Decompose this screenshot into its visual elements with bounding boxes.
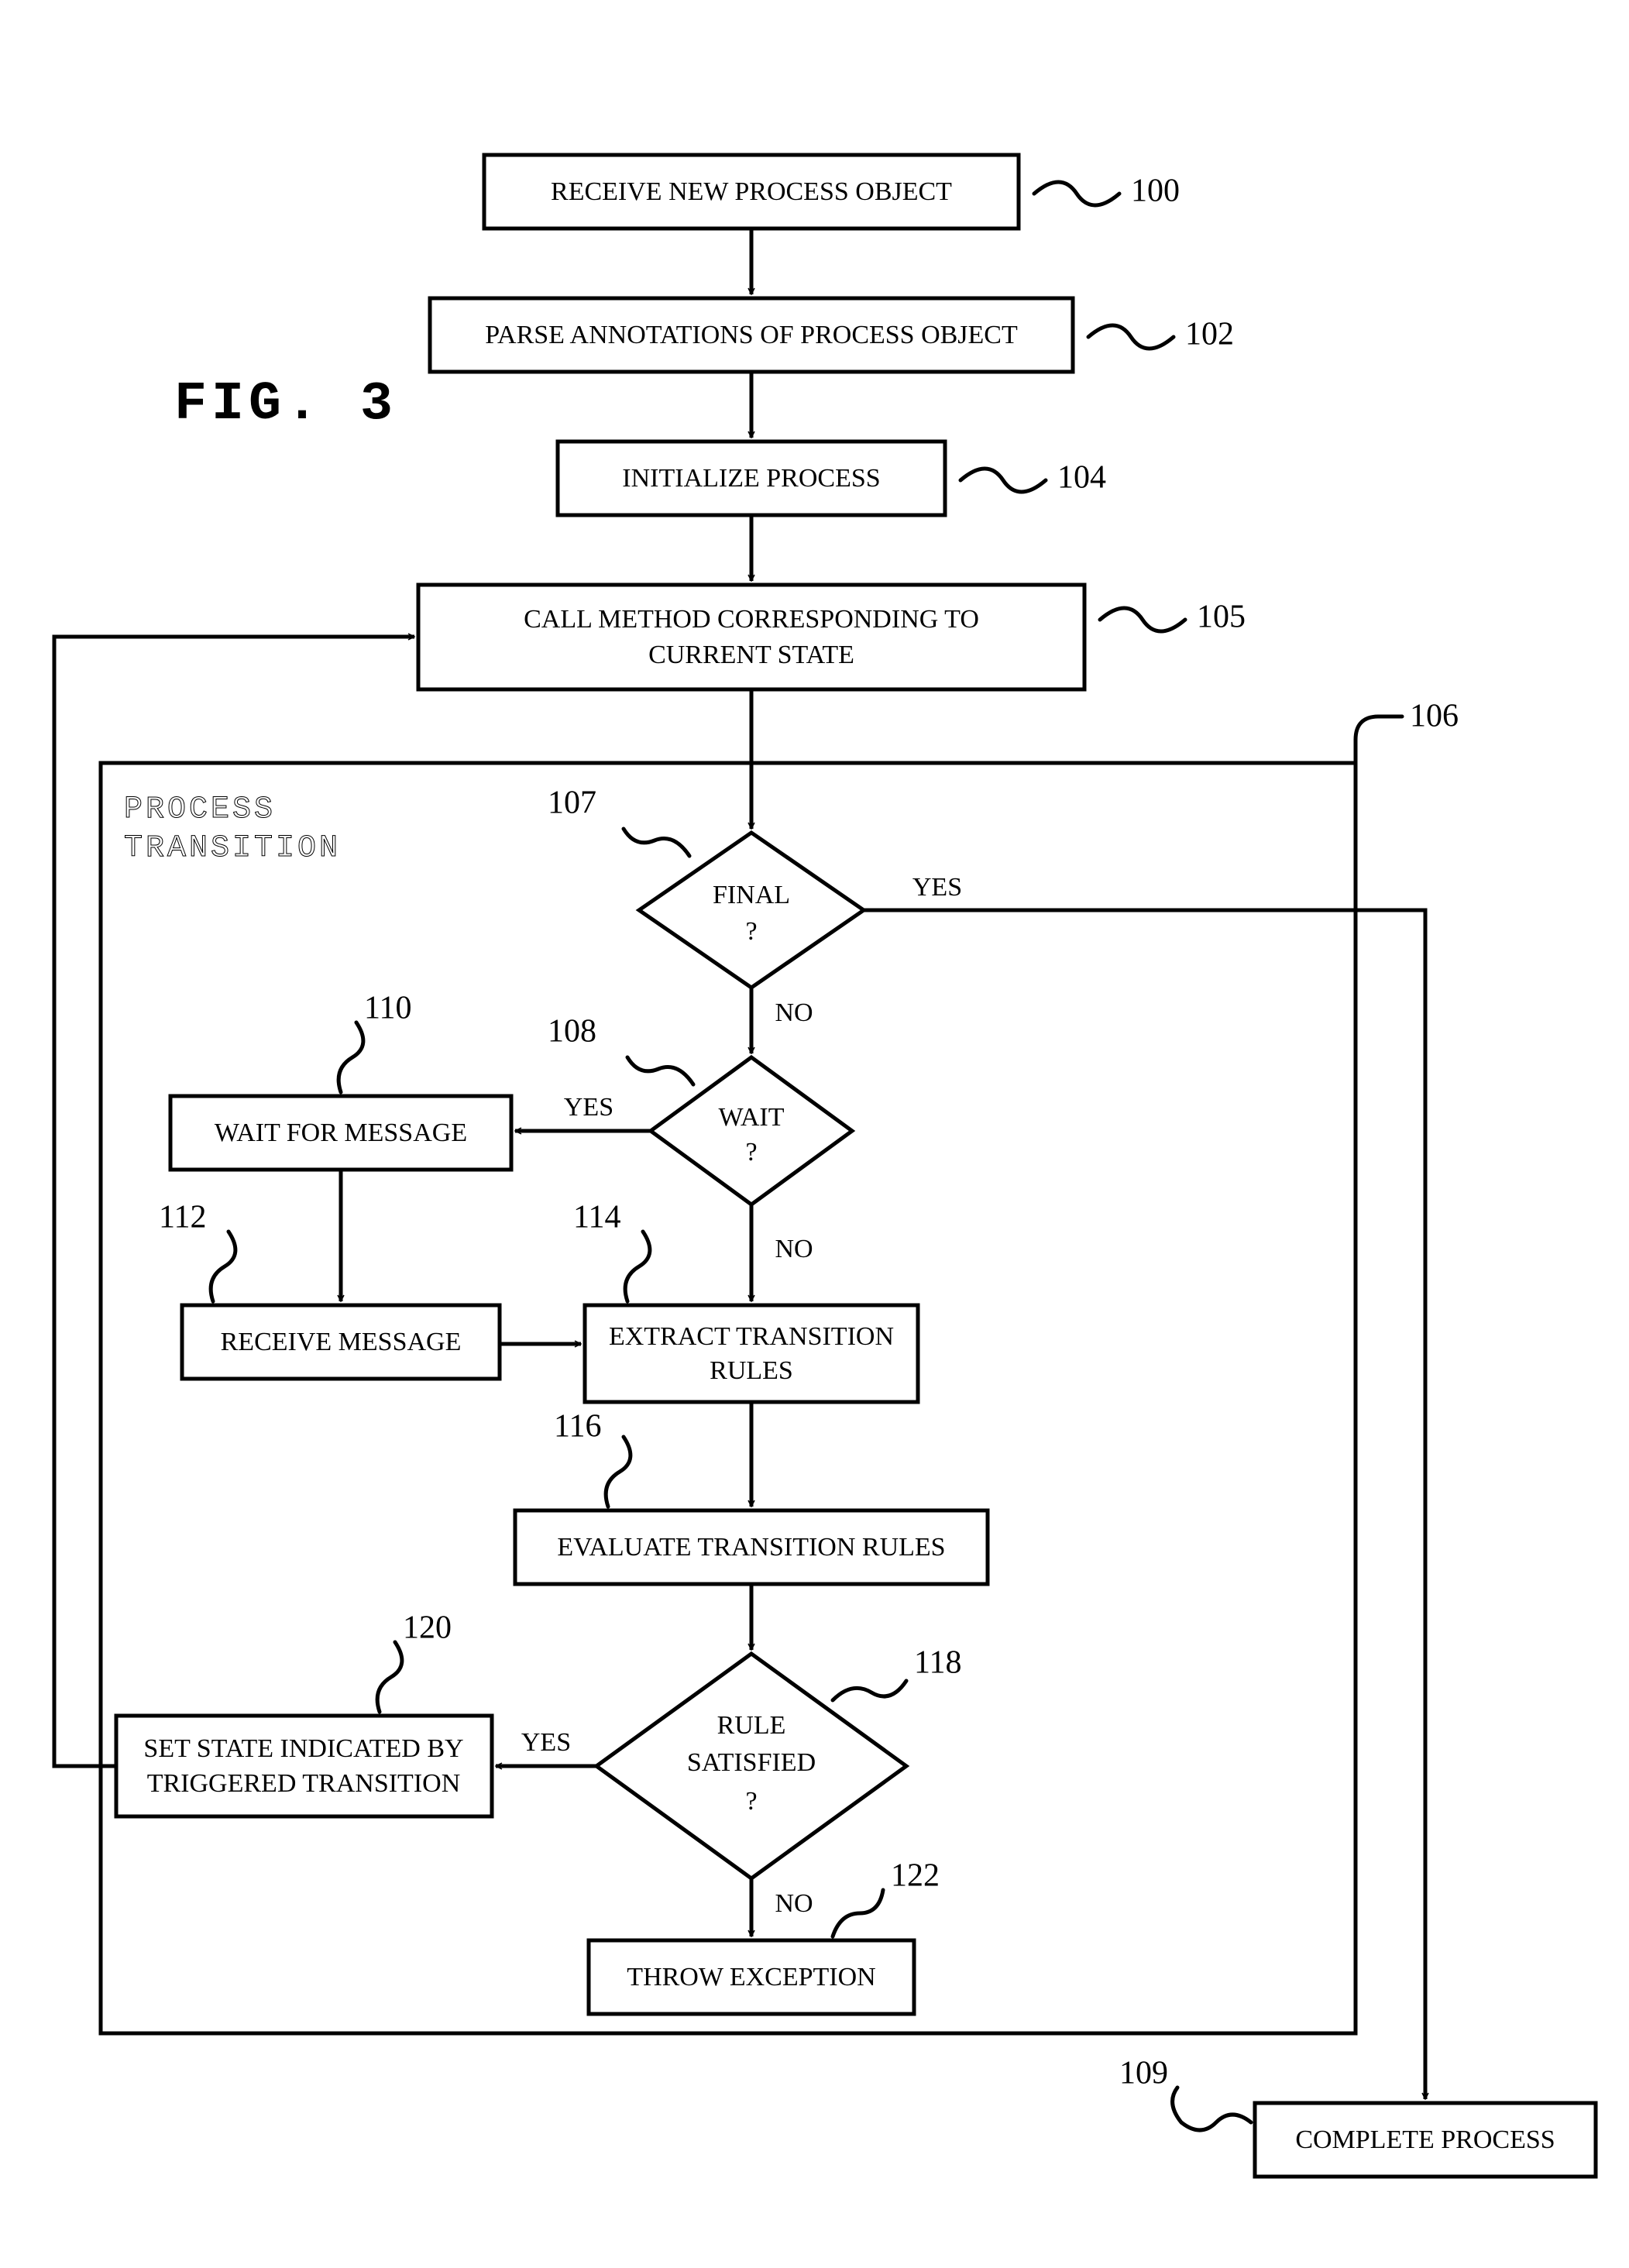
ref-122: 122 — [891, 1858, 940, 1894]
ref-lead-112 — [211, 1232, 235, 1301]
node-108-line1: WAIT — [719, 1103, 785, 1132]
node-107-line1: FINAL — [713, 881, 790, 909]
node-120: SET STATE INDICATED BY TRIGGERED TRANSIT… — [116, 1716, 492, 1816]
node-122: THROW EXCEPTION — [589, 1940, 914, 2014]
node-107: FINAL ? — [639, 833, 864, 988]
ref-lead-100 — [1034, 182, 1119, 205]
ref-114: 114 — [573, 1200, 620, 1235]
ref-120: 120 — [403, 1610, 452, 1646]
ref-105: 105 — [1197, 600, 1246, 635]
ref-106: 106 — [1410, 699, 1459, 734]
ref-116: 116 — [554, 1409, 601, 1445]
node-102: PARSE ANNOTATIONS OF PROCESS OBJECT — [430, 298, 1073, 372]
edge-107-no: NO — [775, 998, 813, 1027]
container-label-1: PROCESS — [124, 792, 276, 827]
node-116-text: EVALUATE TRANSITION RULES — [557, 1533, 945, 1562]
node-114-line1: EXTRACT TRANSITION — [609, 1322, 894, 1351]
ref-102: 102 — [1185, 317, 1234, 352]
ref-lead-110 — [339, 1022, 363, 1092]
ref-lead-106 — [1356, 716, 1402, 763]
ref-lead-116 — [606, 1437, 631, 1507]
ref-lead-114 — [625, 1232, 650, 1301]
edge-118-no: NO — [775, 1889, 813, 1918]
ref-100: 100 — [1131, 174, 1180, 209]
edge-108-yes: YES — [564, 1093, 613, 1122]
ref-lead-120 — [377, 1642, 402, 1712]
ref-lead-122 — [833, 1890, 883, 1936]
node-104-text: INITIALIZE PROCESS — [622, 464, 880, 493]
ref-lead-105 — [1100, 608, 1185, 631]
node-120-line2: TRIGGERED TRANSITION — [147, 1769, 461, 1798]
edge-107-109 — [864, 910, 1425, 2099]
node-118-line1: RULE — [717, 1711, 786, 1740]
edge-108-no: NO — [775, 1235, 813, 1263]
node-109: COMPLETE PROCESS — [1255, 2103, 1596, 2177]
node-118-line2: SATISFIED — [687, 1748, 816, 1777]
edge-118-yes: YES — [521, 1728, 571, 1757]
ref-lead-109 — [1173, 2088, 1251, 2130]
node-118-line3: ? — [745, 1787, 757, 1816]
node-104: INITIALIZE PROCESS — [558, 442, 945, 515]
node-114-line2: RULES — [710, 1356, 793, 1385]
ref-107: 107 — [548, 785, 596, 821]
ref-112: 112 — [159, 1200, 206, 1235]
node-105-line2: CURRENT STATE — [648, 641, 854, 669]
ref-lead-107 — [624, 829, 689, 856]
node-108-line2: ? — [745, 1138, 757, 1167]
ref-118: 118 — [914, 1645, 961, 1681]
node-105-line1: CALL METHOD CORRESPONDING TO — [524, 605, 979, 634]
node-120-line1: SET STATE INDICATED BY — [143, 1734, 463, 1763]
node-109-text: COMPLETE PROCESS — [1295, 2125, 1555, 2154]
node-100-text: RECEIVE NEW PROCESS OBJECT — [551, 177, 952, 206]
node-100: RECEIVE NEW PROCESS OBJECT — [484, 155, 1019, 229]
flowchart: FIG. 3 RECEIVE NEW PROCESS OBJECT 100 PA… — [0, 0, 1629, 2268]
ref-110: 110 — [364, 991, 411, 1026]
node-110: WAIT FOR MESSAGE — [170, 1096, 511, 1170]
ref-109: 109 — [1119, 2056, 1168, 2091]
ref-104: 104 — [1057, 460, 1106, 496]
node-102-text: PARSE ANNOTATIONS OF PROCESS OBJECT — [485, 321, 1018, 349]
ref-lead-118 — [833, 1681, 906, 1700]
ref-lead-102 — [1088, 325, 1174, 349]
node-112: RECEIVE MESSAGE — [182, 1305, 500, 1379]
ref-lead-108 — [627, 1057, 693, 1084]
node-107-line2: ? — [745, 917, 757, 946]
ref-108: 108 — [548, 1014, 596, 1050]
figure-label: FIG. 3 — [174, 374, 397, 435]
node-116: EVALUATE TRANSITION RULES — [515, 1510, 988, 1584]
node-112-text: RECEIVE MESSAGE — [221, 1328, 462, 1356]
node-108: WAIT ? — [651, 1057, 852, 1204]
container-label-2: TRANSITION — [124, 831, 341, 866]
node-105: CALL METHOD CORRESPONDING TO CURRENT STA… — [418, 585, 1084, 689]
node-122-text: THROW EXCEPTION — [627, 1963, 875, 1991]
ref-lead-104 — [961, 469, 1046, 492]
edge-107-yes: YES — [912, 873, 962, 902]
node-114: EXTRACT TRANSITION RULES — [585, 1305, 918, 1402]
node-110-text: WAIT FOR MESSAGE — [215, 1119, 467, 1147]
